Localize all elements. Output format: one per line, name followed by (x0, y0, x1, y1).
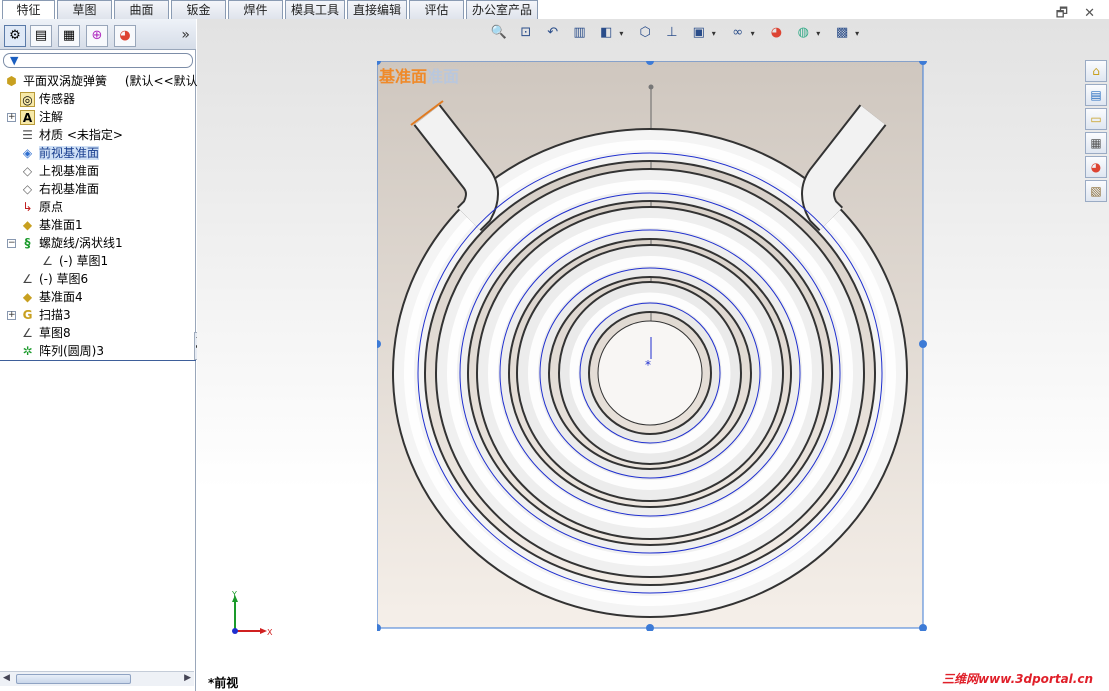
feature-manager-panel: ⚙ ▤ ▦ ⊕ ◕ » ▼ ⬢ 平面双涡旋弹簧 (默认<<默认> ◎ 传感器 + A… (0, 19, 208, 691)
chevron-down-icon[interactable]: ▾ (712, 29, 720, 38)
scrollbar-thumb[interactable] (16, 674, 131, 684)
apply-scene-icon[interactable]: ◕ (766, 23, 786, 43)
helix-icon: § (24, 236, 31, 250)
tree-root[interactable]: ⬢ 平面双涡旋弹簧 (默认<<默认> (4, 72, 208, 90)
tab-sheet-metal[interactable]: 钣金 (171, 0, 226, 19)
custom-properties-icon[interactable]: ▧ (1085, 180, 1107, 202)
tree-item[interactable]: ∠ (-) 草图1 (40, 252, 108, 270)
tree-root-label: 平面双涡旋弹簧 (23, 74, 108, 88)
origin-icon: ↳ (22, 200, 33, 214)
tab-evaluate[interactable]: 评估 (409, 0, 464, 19)
triad-x-label: X (267, 628, 273, 637)
tree-item[interactable]: ◆ 基准面1 (20, 216, 83, 234)
tab-surfaces[interactable]: 曲面 (114, 0, 169, 19)
tab-office-products[interactable]: 办公室产品 (466, 0, 538, 19)
chevron-down-icon[interactable]: ▾ (619, 29, 627, 38)
annotation-icon: A (20, 110, 35, 125)
zoom-to-area-icon[interactable]: ⊡ (516, 23, 536, 43)
tree-item[interactable]: ✲ 阵列(圆周)3 (20, 342, 104, 360)
tree-item[interactable]: ∠ (-) 草图6 (20, 270, 88, 288)
design-library-icon[interactable]: ▤ (1085, 84, 1107, 106)
collapse-toggle[interactable]: − (7, 239, 16, 248)
tree-item[interactable]: ↳ 原点 (20, 198, 63, 216)
heads-up-view-toolbar: 🔍 ⊡ ↶ ▥ ◧ ▾ ⬡ ⊥ ▣ ▾ ∞ ▾ ◕ ◍ ▾ ▩ ▾ (489, 23, 867, 45)
plane-icon: ◈ (22, 146, 33, 160)
tab-weldments[interactable]: 焊件 (228, 0, 283, 19)
section-view-icon[interactable]: ▥ (569, 23, 589, 43)
sketch-icon: ∠ (22, 272, 33, 286)
feature-manager-icon[interactable]: ⚙ (4, 25, 26, 47)
sketch-icon: ∠ (42, 254, 53, 268)
tree-item[interactable]: ◆ 基准面4 (20, 288, 83, 306)
expand-toggle[interactable]: + (7, 311, 16, 320)
tree-end-divider (0, 360, 196, 361)
horizontal-scrollbar[interactable]: ◀ ▶ (0, 671, 194, 686)
chevron-down-icon[interactable]: ▾ (816, 29, 824, 38)
view-settings-icon[interactable]: ◍ (793, 23, 813, 43)
chevron-expand-icon[interactable]: » (181, 27, 190, 43)
expand-toggle[interactable]: + (7, 113, 16, 122)
tree-item[interactable]: A 注解 (20, 108, 63, 126)
tab-sketch[interactable]: 草图 (57, 0, 112, 19)
sweep-icon: G (22, 308, 33, 322)
render-tools-icon[interactable]: ▩ (832, 23, 852, 43)
task-pane-tabs: ⌂ ▤ ▭ ▦ ◕ ▧ (1085, 60, 1109, 204)
hide-show-items-icon[interactable]: ▣ (689, 23, 709, 43)
dynamic-annotation-icon[interactable]: ◧ (596, 23, 616, 43)
circular-pattern-icon: ✲ (22, 344, 33, 358)
zoom-to-fit-icon[interactable]: 🔍 (489, 23, 509, 43)
view-name-label: *前视 (208, 676, 239, 690)
property-manager-icon[interactable]: ▤ (30, 25, 52, 47)
panel-tab-strip: ⚙ ▤ ▦ ⊕ ◕ » (0, 19, 196, 50)
view-orientation-icon[interactable]: ⬡ (635, 23, 655, 43)
scroll-right-icon[interactable]: ▶ (184, 673, 191, 683)
view-palette-icon[interactable]: ▦ (1085, 132, 1107, 154)
tree-filter-input[interactable]: ▼ (3, 53, 193, 68)
sensor-icon: ◎ (20, 92, 35, 107)
tree-item-front-plane[interactable]: ◈ 前视基准面 (20, 144, 100, 162)
plane-name-label: 基准面准面 (379, 67, 460, 86)
watermark: 三维网www.3dportal.cn (942, 672, 1093, 686)
appearances-icon[interactable]: ◕ (1085, 156, 1107, 178)
file-explorer-icon[interactable]: ▭ (1085, 108, 1107, 130)
plane-icon: ◆ (22, 290, 33, 304)
tab-mold-tools[interactable]: 模具工具 (285, 0, 345, 19)
plane-icon: ◇ (22, 182, 33, 196)
tree-item[interactable]: ◇ 右视基准面 (20, 180, 99, 198)
edit-appearance-icon[interactable]: ∞ (728, 23, 748, 43)
command-manager-tabs: 特征 草图 曲面 钣金 焊件 模具工具 直接编辑 评估 办公室产品 _ 🗗 ✕ (0, 0, 1109, 21)
tab-direct-editing[interactable]: 直接编辑 (347, 0, 407, 19)
filter-icon: ▼ (10, 54, 19, 67)
configuration-manager-icon[interactable]: ▦ (58, 25, 80, 47)
tree-item[interactable]: ∠ 草图8 (20, 324, 71, 342)
graphics-area[interactable]: 🔍 ⊡ ↶ ▥ ◧ ▾ ⬡ ⊥ ▣ ▾ ∞ ▾ ◕ ◍ ▾ ▩ ▾ * 基准面准… (197, 19, 1109, 691)
tree-item[interactable]: § 螺旋线/涡状线1 (20, 234, 123, 252)
plane-icon: ◇ (22, 164, 33, 178)
spiral-spring-model[interactable]: * (377, 61, 927, 631)
reference-triad: Y X (231, 591, 273, 637)
triad-y-label: Y (231, 591, 237, 599)
chevron-down-icon[interactable]: ▾ (855, 29, 863, 38)
material-icon: ☰ (22, 128, 33, 142)
chevron-down-icon[interactable]: ▾ (751, 29, 759, 38)
display-manager-icon[interactable]: ◕ (114, 25, 136, 47)
dimxpert-icon[interactable]: ⊕ (86, 25, 108, 47)
previous-view-icon[interactable]: ↶ (543, 23, 563, 43)
tree-item[interactable]: ☰ 材质 <未指定> (20, 126, 123, 144)
home-icon[interactable]: ⌂ (1085, 60, 1107, 82)
display-style-icon[interactable]: ⊥ (662, 23, 682, 43)
tab-features[interactable]: 特征 (2, 0, 55, 20)
sketch-icon: ∠ (22, 326, 33, 340)
scroll-left-icon[interactable]: ◀ (3, 673, 10, 683)
part-icon: ⬢ (6, 74, 17, 88)
tree-item[interactable]: G 扫描3 (20, 306, 71, 324)
svg-text:*: * (645, 358, 651, 372)
plane-icon: ◆ (22, 218, 33, 232)
tree-root-config: (默认<<默认> (124, 74, 208, 88)
tree-item[interactable]: ◇ 上视基准面 (20, 162, 99, 180)
tree-item[interactable]: ◎ 传感器 (20, 90, 75, 108)
